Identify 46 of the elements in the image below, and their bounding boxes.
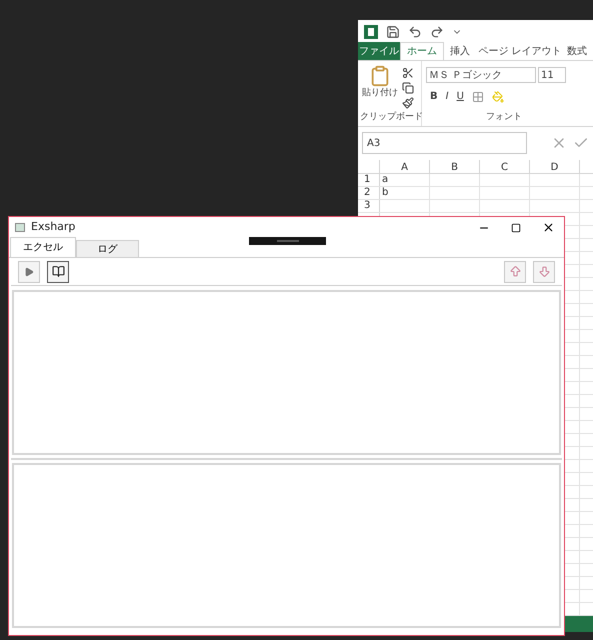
window-title: Exsharp xyxy=(31,219,76,236)
column-header[interactable]: D xyxy=(530,160,580,174)
close-icon xyxy=(542,221,554,234)
tab[interactable]: ログ xyxy=(76,240,139,257)
column-header[interactable]: C xyxy=(480,160,530,174)
down-arrow-icon xyxy=(538,265,550,278)
row-header[interactable]: 3 xyxy=(358,200,380,212)
copy-icon[interactable] xyxy=(402,82,414,94)
font-size-field[interactable]: 11 xyxy=(538,67,566,84)
play-icon xyxy=(24,266,34,276)
scissors-icon[interactable] xyxy=(402,67,414,80)
group-label: クリップボード xyxy=(359,110,421,124)
tab[interactable]: エクセル xyxy=(10,237,76,257)
save-icon[interactable] xyxy=(386,24,400,39)
row-header[interactable]: 1 xyxy=(358,174,380,186)
redo-icon[interactable] xyxy=(430,24,444,39)
ribbon-tab[interactable]: ホーム xyxy=(400,42,444,60)
paste-icon[interactable] xyxy=(369,65,391,88)
fill-color-icon[interactable] xyxy=(492,90,504,103)
name-box[interactable]: A3 xyxy=(362,132,527,154)
format-button[interactable]: U xyxy=(456,89,464,104)
table-cell: a xyxy=(380,174,430,186)
book-icon xyxy=(52,265,64,278)
app-icon xyxy=(15,223,25,232)
paste-label[interactable]: 貼り付け xyxy=(362,87,398,101)
ribbon-tab[interactable]: ページ レイアウト xyxy=(476,42,564,60)
row-header[interactable]: 2 xyxy=(358,187,380,200)
ribbon-tab[interactable]: ファイル xyxy=(358,42,400,60)
play-button[interactable] xyxy=(18,260,40,282)
font-name-field[interactable]: ＭＳ Ｐゴシック xyxy=(426,67,536,84)
ribbon-tab[interactable]: 挿入 xyxy=(444,42,476,60)
brush-icon[interactable] xyxy=(402,97,414,110)
undo-icon[interactable] xyxy=(408,24,422,39)
border-icon[interactable] xyxy=(472,90,484,103)
ribbon-tab[interactable]: 数式 xyxy=(564,42,590,60)
column-header[interactable]: A xyxy=(380,160,430,174)
table-cell: b xyxy=(380,187,430,200)
format-button[interactable]: I xyxy=(446,89,449,104)
column-header[interactable]: B xyxy=(430,160,480,174)
up-button[interactable] xyxy=(504,260,526,282)
maximize-icon xyxy=(511,222,521,232)
format-button[interactable]: B xyxy=(430,89,438,104)
group-label: フォント xyxy=(485,110,523,124)
book-button[interactable] xyxy=(47,260,69,282)
down-button[interactable] xyxy=(533,260,555,282)
up-arrow-icon xyxy=(508,265,522,278)
